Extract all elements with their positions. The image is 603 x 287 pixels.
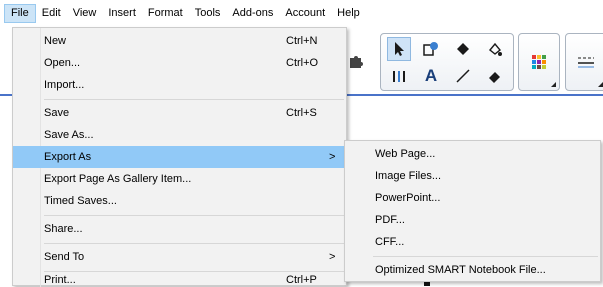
- menu-item-open[interactable]: Open... Ctrl+O: [13, 52, 346, 74]
- menu-item-save-as[interactable]: Save As...: [13, 124, 346, 146]
- menu-item-label: Export Page As Gallery Item...: [44, 173, 192, 185]
- shapes-icon[interactable]: [419, 37, 443, 61]
- paint-bucket-icon[interactable]: [483, 37, 507, 61]
- menu-format[interactable]: Format: [142, 4, 189, 23]
- submenu-item-web-page[interactable]: Web Page...: [345, 143, 600, 165]
- menu-item-label: PowerPoint...: [375, 192, 441, 204]
- select-arrow-icon[interactable]: [387, 37, 411, 61]
- shortcut: Ctrl+N: [286, 35, 318, 47]
- menu-item-label: Print...: [44, 274, 76, 286]
- menu-view[interactable]: View: [67, 4, 103, 23]
- menu-item-export-gallery[interactable]: Export Page As Gallery Item...: [13, 168, 346, 190]
- menu-account[interactable]: Account: [279, 4, 331, 23]
- menu-item-label: Timed Saves...: [44, 195, 117, 207]
- menu-add-ons[interactable]: Add-ons: [226, 4, 279, 23]
- menu-item-label: Save: [44, 107, 70, 119]
- menu-item-send-to[interactable]: Send To >: [13, 246, 346, 268]
- submenu-item-image-files[interactable]: Image Files...: [345, 165, 600, 187]
- menu-edit[interactable]: Edit: [36, 4, 67, 23]
- menu-item-print[interactable]: Print... Ctrl+P: [13, 274, 346, 287]
- menu-item-label: Share...: [44, 223, 83, 235]
- menu-item-export-as[interactable]: Export As >: [13, 146, 346, 168]
- eraser-icon[interactable]: [483, 64, 507, 88]
- menu-item-label: New: [44, 35, 67, 47]
- menu-item-timed-saves[interactable]: Timed Saves...: [13, 190, 346, 212]
- menu-item-import[interactable]: Import...: [13, 74, 346, 96]
- submenu-item-cff[interactable]: CFF...: [345, 231, 600, 253]
- menu-item-label: Image Files...: [375, 170, 442, 182]
- fill-icon[interactable]: [451, 37, 475, 61]
- submenu-item-pdf[interactable]: PDF...: [345, 209, 600, 231]
- menu-item-label: Web Page...: [375, 148, 436, 160]
- file-menu: New Ctrl+N Open... Ctrl+O Import... Save…: [12, 27, 347, 287]
- submenu-item-powerpoint[interactable]: PowerPoint...: [345, 187, 600, 209]
- menu-help[interactable]: Help: [331, 4, 366, 23]
- line-style-icon[interactable]: [574, 50, 598, 74]
- puzzle-icon[interactable]: [344, 49, 368, 73]
- shortcut: Ctrl+P: [286, 274, 317, 286]
- menu-tools[interactable]: Tools: [189, 4, 227, 23]
- submenu-arrow-icon: >: [329, 251, 336, 263]
- menu-separator: [373, 256, 598, 257]
- dropdown-corner-icon: [551, 82, 556, 87]
- menu-insert[interactable]: Insert: [102, 4, 142, 23]
- menu-separator: [44, 243, 344, 244]
- menu-item-save[interactable]: Save Ctrl+S: [13, 102, 346, 124]
- menu-item-label: Send To: [44, 251, 85, 263]
- menu-item-label: Open...: [44, 57, 81, 69]
- line-icon[interactable]: [451, 64, 475, 88]
- dropdown-corner-icon: [598, 82, 603, 87]
- menu-item-label: CFF...: [375, 236, 405, 248]
- tools-group: A: [380, 33, 514, 91]
- submenu-item-optimized-notebook[interactable]: Optimized SMART Notebook File...: [345, 259, 600, 281]
- line-style-group[interactable]: [565, 33, 603, 91]
- pen-icon[interactable]: [387, 64, 411, 88]
- shortcut: Ctrl+O: [286, 57, 319, 69]
- menu-item-label: Optimized SMART Notebook File...: [375, 264, 546, 276]
- palette-group[interactable]: [518, 33, 560, 91]
- menu-item-label: Save As...: [44, 129, 94, 141]
- menu-item-new[interactable]: New Ctrl+N: [13, 30, 346, 52]
- menu-separator: [44, 215, 344, 216]
- menu-bar: File Edit View Insert Format Tools Add-o…: [0, 0, 603, 27]
- shortcut: Ctrl+S: [286, 107, 317, 119]
- menu-item-label: PDF...: [375, 214, 405, 226]
- menu-file[interactable]: File: [4, 4, 36, 23]
- menu-item-label: Import...: [44, 79, 85, 91]
- export-as-submenu: Web Page... Image Files... PowerPoint...…: [344, 140, 601, 282]
- menu-item-share[interactable]: Share...: [13, 218, 346, 240]
- menu-separator: [44, 99, 344, 100]
- submenu-arrow-icon: >: [329, 151, 336, 163]
- text-icon[interactable]: A: [419, 64, 443, 88]
- menu-item-label: Export As: [44, 151, 92, 163]
- menu-separator: [44, 271, 344, 272]
- palette-icon[interactable]: [527, 50, 551, 74]
